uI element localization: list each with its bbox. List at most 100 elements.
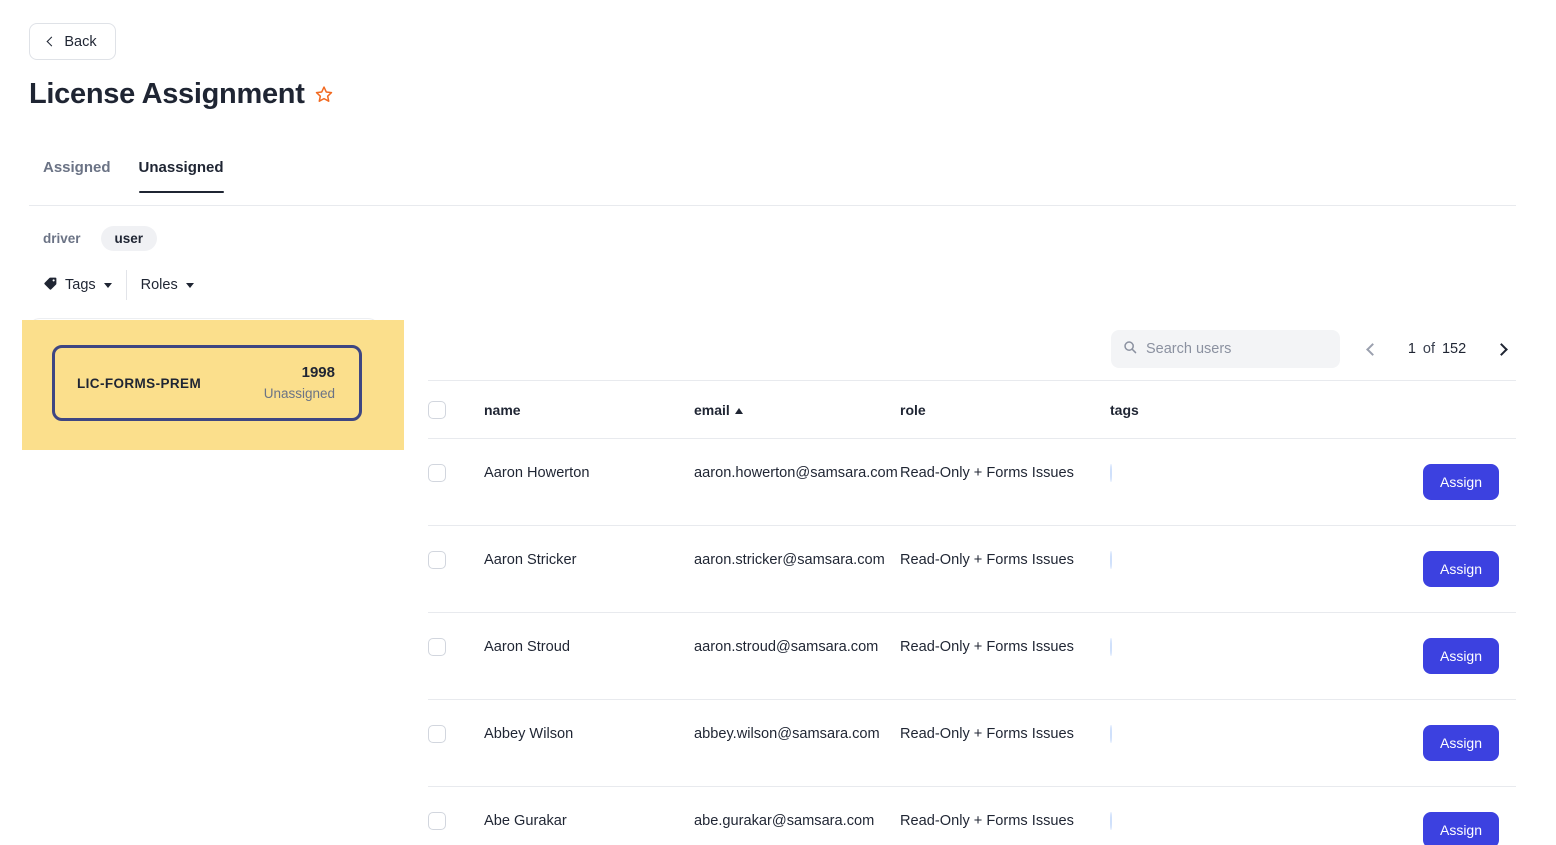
row-select-cell [428, 439, 484, 526]
chip-user-label: user [114, 231, 144, 246]
table-row[interactable]: Abe Gurakar abe.gurakar@samsara.com Read… [428, 786, 1516, 845]
select-all-cell [428, 381, 484, 439]
cell-email: abbey.wilson@samsara.com [694, 726, 880, 742]
column-header-role-label: role [900, 402, 926, 418]
cell-email: aaron.howerton@samsara.com [694, 465, 898, 481]
license-code: LIC-FORMS-PREM [77, 375, 202, 391]
table-header-row: name email role tags [428, 381, 1516, 439]
chip-user[interactable]: user [100, 226, 158, 251]
column-header-tags-label: tags [1110, 402, 1139, 418]
chevron-right-icon [1495, 342, 1508, 356]
table-row[interactable]: Abbey Wilson abbey.wilson@samsara.com Re… [428, 699, 1516, 787]
chevron-down-icon [185, 282, 194, 288]
pagination-status: 1 of 152 [1408, 341, 1466, 357]
assign-button[interactable]: Assign [1423, 638, 1499, 674]
cell-name: Aaron Stricker [484, 552, 577, 568]
assign-button[interactable]: Assign [1423, 812, 1499, 845]
filter-bar: Tags Roles [29, 268, 208, 302]
users-panel: 1 of 152 nam [428, 318, 1516, 845]
row-select-cell [428, 526, 484, 613]
cell-action: Assign [1322, 700, 1516, 787]
row-select-cell [428, 613, 484, 700]
column-header-role[interactable]: role [900, 381, 1110, 439]
tab-unassigned-label: Unassigned [138, 159, 224, 176]
row-checkbox[interactable] [428, 725, 446, 743]
cell-name: Aaron Stroud [484, 639, 570, 655]
cell-tags [1110, 700, 1322, 787]
license-count: 1998 [301, 364, 335, 382]
cell-name: Abe Gurakar [484, 813, 567, 829]
column-header-email[interactable]: email [694, 381, 900, 439]
pagination-current-page: 1 [1407, 341, 1416, 357]
tags-loading-icon [1110, 812, 1112, 830]
cell-role: Read-Only + Forms Issues [900, 813, 1074, 829]
row-checkbox[interactable] [428, 464, 446, 482]
column-header-name[interactable]: name [484, 381, 694, 439]
chevron-left-icon [46, 36, 57, 47]
cell-action: Assign [1322, 439, 1516, 526]
entity-type-chips: driver user [29, 226, 158, 251]
roles-filter-button[interactable]: Roles [127, 268, 208, 302]
cell-action: Assign [1322, 613, 1516, 700]
assign-button[interactable]: Assign [1423, 725, 1499, 761]
cell-email: abe.gurakar@samsara.com [694, 813, 875, 829]
roles-filter-label: Roles [140, 277, 178, 293]
column-header-tags[interactable]: tags [1110, 381, 1322, 439]
table-row[interactable]: Aaron Stroud aaron.stroud@samsara.com Re… [428, 612, 1516, 700]
license-card-lic-forms-prem[interactable]: LIC-FORMS-PREM 1998 Unassigned [52, 345, 362, 421]
star-outline-icon[interactable] [315, 85, 333, 108]
column-header-email-label: email [694, 402, 730, 418]
assign-button[interactable]: Assign [1423, 464, 1499, 500]
cell-name: Aaron Howerton [484, 465, 590, 481]
cell-tags [1110, 613, 1322, 700]
cell-tags [1110, 787, 1322, 845]
users-toolbar: 1 of 152 [428, 318, 1516, 380]
tags-filter-label: Tags [65, 277, 96, 293]
cell-tags [1110, 526, 1322, 613]
table-row[interactable]: Aaron Howerton aaron.howerton@samsara.co… [428, 438, 1516, 526]
back-button-label: Back [64, 33, 97, 50]
search-input[interactable] [1146, 341, 1328, 357]
row-checkbox[interactable] [428, 812, 446, 830]
license-stats: 1998 Unassigned [264, 362, 335, 403]
license-assignment-page: Back License Assignment Assigned Unassig… [0, 0, 1556, 845]
cell-role: Read-Only + Forms Issues [900, 552, 1074, 568]
cell-name: Abbey Wilson [484, 726, 574, 742]
tags-filter-button[interactable]: Tags [29, 268, 126, 302]
chip-driver-label: driver [43, 231, 81, 246]
page-title: License Assignment [29, 78, 305, 110]
select-all-checkbox[interactable] [428, 401, 446, 419]
row-select-cell [428, 700, 484, 787]
tab-assigned-label: Assigned [43, 159, 111, 176]
cell-action: Assign [1322, 526, 1516, 613]
cell-role: Read-Only + Forms Issues [900, 639, 1074, 655]
row-checkbox[interactable] [428, 551, 446, 569]
search-users-box[interactable] [1111, 330, 1340, 368]
cell-role: Read-Only + Forms Issues [900, 726, 1074, 742]
column-header-name-label: name [484, 402, 521, 418]
tags-loading-icon [1110, 725, 1112, 743]
cell-email: aaron.stroud@samsara.com [694, 639, 879, 655]
cell-tags [1110, 439, 1322, 526]
pagination-next-button[interactable] [1490, 336, 1516, 362]
column-header-actions [1322, 381, 1516, 439]
tags-loading-icon [1110, 464, 1112, 482]
sort-ascending-icon [734, 408, 743, 414]
row-checkbox[interactable] [428, 638, 446, 656]
cell-action: Assign [1322, 787, 1516, 845]
table-row[interactable]: Aaron Stricker aaron.stricker@samsara.co… [428, 525, 1516, 613]
back-button[interactable]: Back [29, 23, 116, 60]
tab-assigned[interactable]: Assigned [29, 146, 125, 193]
tags-loading-icon [1110, 638, 1112, 656]
chip-driver[interactable]: driver [29, 226, 95, 251]
tag-icon [43, 276, 58, 295]
pagination-prev-button[interactable] [1358, 336, 1384, 362]
users-table-head: name email role tags [428, 381, 1516, 439]
cell-role: Read-Only + Forms Issues [900, 465, 1074, 481]
assign-button[interactable]: Assign [1423, 551, 1499, 587]
users-table-body: Aaron Howerton aaron.howerton@samsara.co… [428, 438, 1516, 845]
cell-email: aaron.stricker@samsara.com [694, 552, 885, 568]
tab-unassigned[interactable]: Unassigned [125, 146, 238, 193]
tags-loading-icon [1110, 551, 1112, 569]
pagination-total-pages: 152 [1441, 341, 1467, 357]
